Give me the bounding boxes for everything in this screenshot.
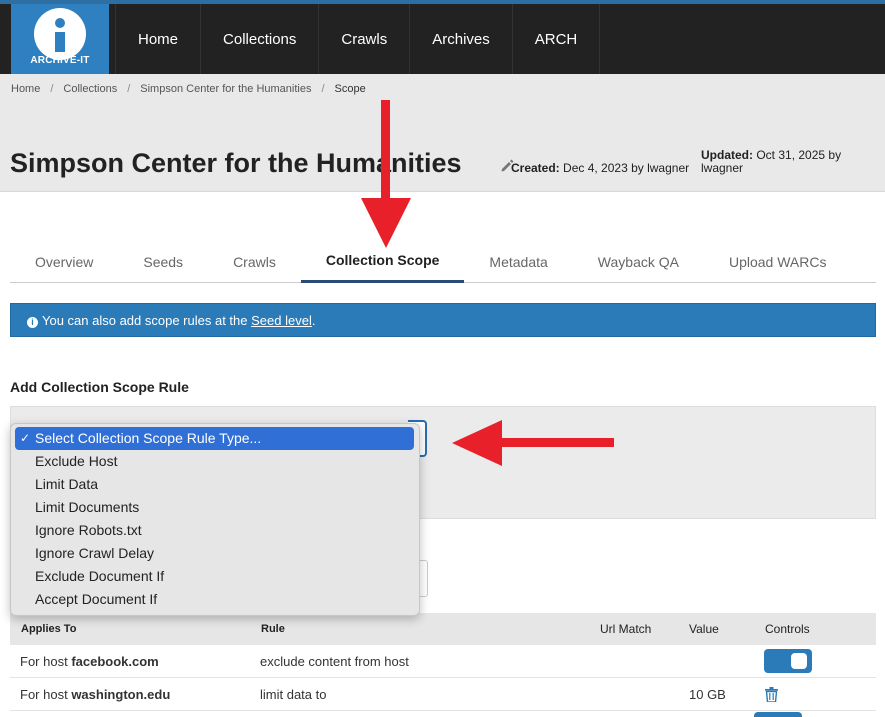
main-nav: Home Collections Crawls Archives ARCH — [115, 4, 601, 74]
breadcrumb-home[interactable]: Home — [11, 83, 40, 95]
checkmark-icon: ✓ — [20, 431, 31, 445]
col-rule: Rule — [261, 623, 285, 635]
rule-cell: limit data to — [260, 686, 327, 702]
archive-it-logo[interactable]: ARCHIVE-IT — [11, 4, 109, 78]
tab-crawls[interactable]: Crawls — [208, 240, 301, 283]
nav-crawls[interactable]: Crawls — [318, 4, 409, 74]
rule-cell: exclude content from host — [260, 653, 409, 669]
col-url-match: Url Match — [600, 622, 652, 636]
nav-home[interactable]: Home — [115, 4, 200, 74]
seed-level-link[interactable]: Seed level — [251, 313, 312, 328]
next-row-toggle[interactable] — [754, 712, 802, 717]
table-row: For host facebook.com exclude content fr… — [10, 645, 876, 678]
left-arrow-annotation — [452, 420, 614, 466]
tab-upload-warcs[interactable]: Upload WARCs — [704, 240, 852, 283]
breadcrumb-collections[interactable]: Collections — [63, 83, 117, 95]
updated-info: Updated: Oct 31, 2025 by lwagner — [701, 148, 842, 175]
dropdown-option-ignore-crawl-delay[interactable]: Ignore Crawl Delay — [11, 542, 419, 565]
breadcrumb: Home / Collections / Simpson Center for the … — [11, 83, 366, 95]
col-value: Value — [689, 622, 719, 636]
add-rule-title: Add Collection Scope Rule — [10, 379, 189, 395]
nav-archives[interactable]: Archives — [409, 4, 512, 74]
info-circle-icon: i — [27, 317, 38, 328]
table-row: For host washington.edu limit data to 10… — [10, 678, 876, 711]
nav-arch[interactable]: ARCH — [511, 4, 601, 74]
down-arrow-annotation — [361, 100, 411, 248]
dropdown-option-limit-data[interactable]: Limit Data — [11, 473, 419, 496]
info-banner: i You can also add scope rules at the See… — [10, 303, 876, 337]
dropdown-option-exclude-host[interactable]: Exclude Host — [11, 450, 419, 473]
col-applies-to: Applies To — [21, 623, 77, 635]
dropdown-option-ignore-robots[interactable]: Ignore Robots.txt — [11, 519, 419, 542]
breadcrumb-current: Scope — [334, 83, 366, 95]
applies-to-cell: For host washington.edu — [20, 686, 171, 702]
nav-collections[interactable]: Collections — [200, 4, 318, 74]
tab-metadata[interactable]: Metadata — [464, 240, 572, 283]
rule-type-dropdown[interactable]: ✓ Select Collection Scope Rule Type... Ex… — [10, 423, 420, 616]
breadcrumb-collection[interactable]: Simpson Center for the Humanities — [140, 83, 311, 95]
trash-icon[interactable] — [765, 678, 778, 710]
logo-i-icon — [34, 8, 86, 60]
tab-overview[interactable]: Overview — [10, 240, 118, 283]
dropdown-option-exclude-document-if[interactable]: Exclude Document If — [11, 565, 419, 588]
page-header: Home / Collections / Simpson Center for the … — [0, 74, 885, 192]
dropdown-option-select[interactable]: ✓ Select Collection Scope Rule Type... — [15, 427, 414, 450]
collection-tabs: Overview Seeds Crawls Collection Scope M… — [10, 240, 876, 283]
dropdown-option-accept-document-if[interactable]: Accept Document If — [11, 588, 419, 611]
scope-rules-table: Applies To Rule Url Match Value Controls… — [10, 613, 876, 711]
applies-to-cell: For host facebook.com — [20, 653, 159, 669]
tab-wayback-qa[interactable]: Wayback QA — [573, 240, 704, 283]
col-controls: Controls — [765, 622, 810, 636]
value-cell: 10 GB — [689, 686, 726, 702]
rule-toggle[interactable] — [764, 645, 812, 677]
dropdown-option-limit-documents[interactable]: Limit Documents — [11, 496, 419, 519]
logo-text: ARCHIVE-IT — [30, 55, 90, 66]
top-navbar: ARCHIVE-IT Home Collections Crawls Archi… — [0, 0, 885, 78]
created-info: Created: Dec 4, 2023 by lwagner — [511, 161, 690, 175]
tab-seeds[interactable]: Seeds — [118, 240, 208, 283]
table-header: Applies To Rule Url Match Value Controls — [10, 613, 876, 645]
